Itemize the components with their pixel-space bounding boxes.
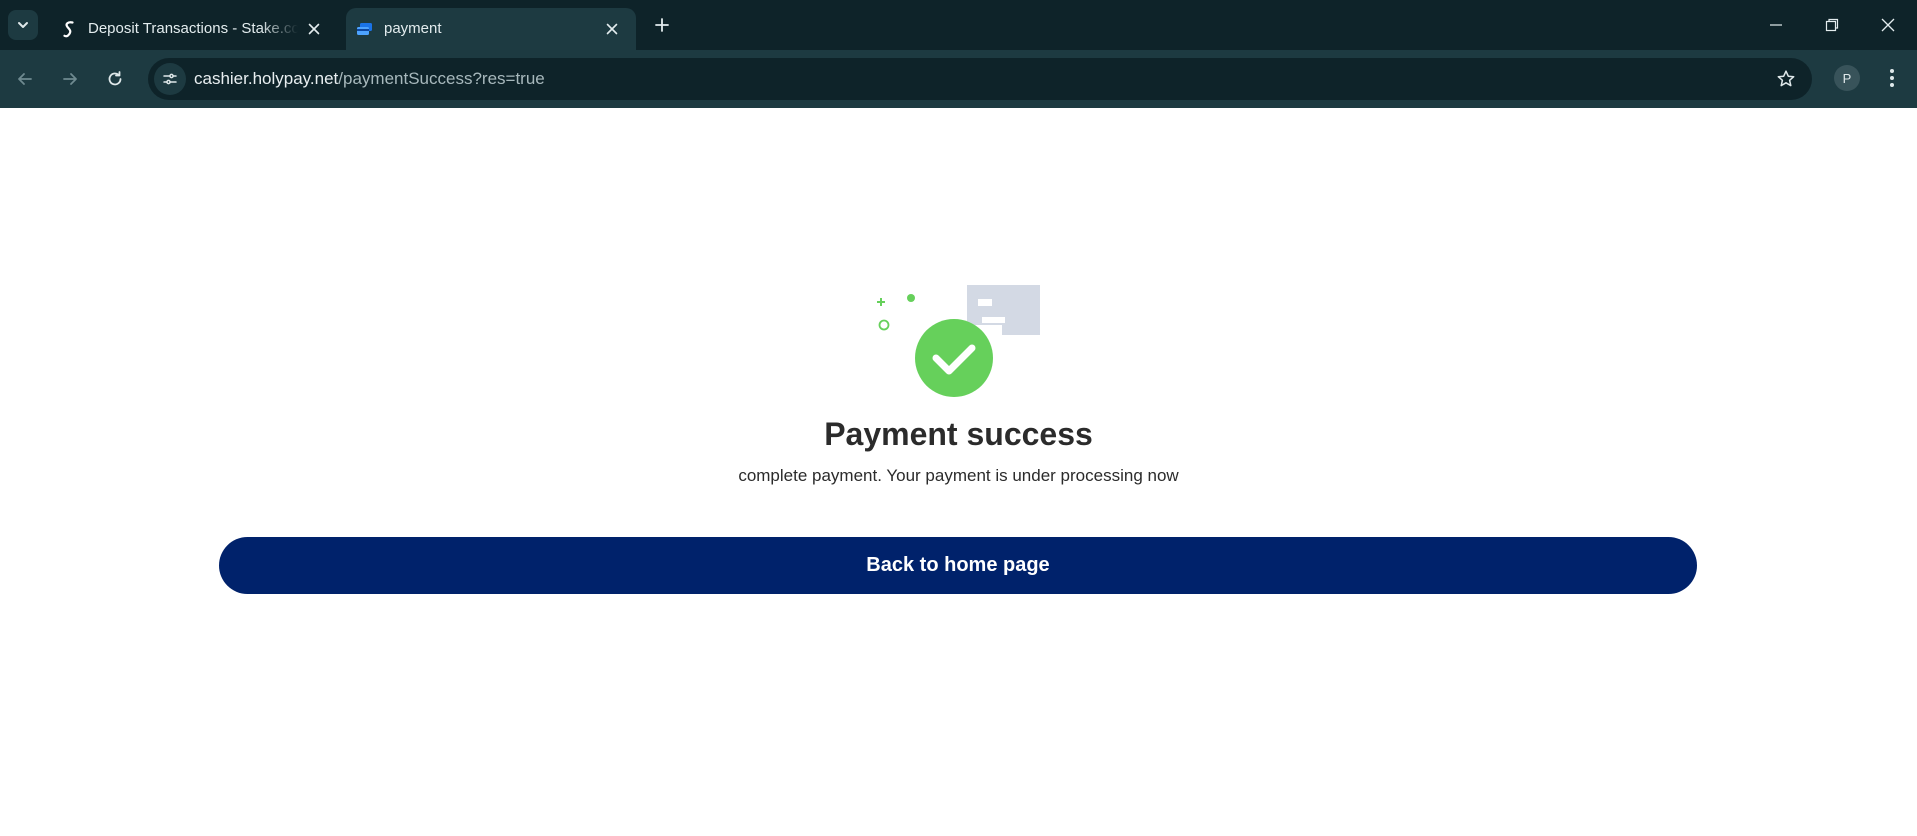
page-title: Payment success (824, 416, 1093, 452)
tab-strip: Deposit Transactions - Stake.com payment (0, 0, 1917, 50)
tab-deposit-transactions[interactable]: Deposit Transactions - Stake.com (50, 8, 338, 50)
reload-icon (108, 71, 122, 86)
site-info-button[interactable] (154, 63, 186, 95)
url-path: /paymentSuccess?res=true (338, 69, 545, 88)
plus-icon (655, 18, 669, 32)
tab-search-button[interactable] (8, 10, 38, 40)
more-vertical-icon (1890, 69, 1894, 87)
arrow-right-icon (63, 73, 77, 85)
success-check-icon (915, 319, 993, 397)
arrow-left-icon (18, 73, 32, 85)
minimize-icon (1770, 24, 1782, 26)
profile-avatar[interactable]: P (1834, 65, 1860, 91)
close-tab-icon[interactable] (602, 19, 622, 39)
url-text[interactable]: cashier.holypay.net/paymentSuccess?res=t… (194, 69, 545, 89)
minimize-button[interactable] (1758, 8, 1794, 42)
chevron-down-icon (18, 22, 28, 28)
page-subtitle: complete payment. Your payment is under … (738, 466, 1179, 485)
address-bar[interactable]: cashier.holypay.net/paymentSuccess?res=t… (148, 58, 1812, 100)
tune-icon (163, 73, 177, 85)
new-tab-button[interactable] (650, 13, 674, 37)
close-icon (1881, 18, 1895, 32)
browser-menu-button[interactable] (1878, 64, 1906, 92)
tab-title: Deposit Transactions - Stake.com (88, 20, 298, 37)
url-host: cashier.holypay.net (194, 69, 339, 88)
holypay-logo-icon (356, 20, 374, 38)
tab-title: payment (384, 20, 442, 37)
stake-logo-icon (60, 20, 78, 38)
forward-button[interactable] (53, 62, 87, 96)
restore-button[interactable] (1814, 8, 1850, 42)
tab-payment[interactable]: payment (346, 8, 636, 50)
browser-toolbar: cashier.holypay.net/paymentSuccess?res=t… (0, 50, 1917, 108)
back-button[interactable] (8, 62, 42, 96)
payment-success-illustration (877, 285, 1040, 397)
close-window-button[interactable] (1870, 8, 1906, 42)
star-icon (1777, 70, 1795, 87)
sparkle-decoration (877, 294, 915, 331)
back-to-home-button[interactable]: Back to home page (219, 537, 1697, 594)
close-tab-icon[interactable] (304, 19, 324, 39)
restore-icon (1825, 18, 1839, 32)
reload-button[interactable] (98, 62, 132, 96)
bookmark-button[interactable] (1774, 67, 1798, 91)
